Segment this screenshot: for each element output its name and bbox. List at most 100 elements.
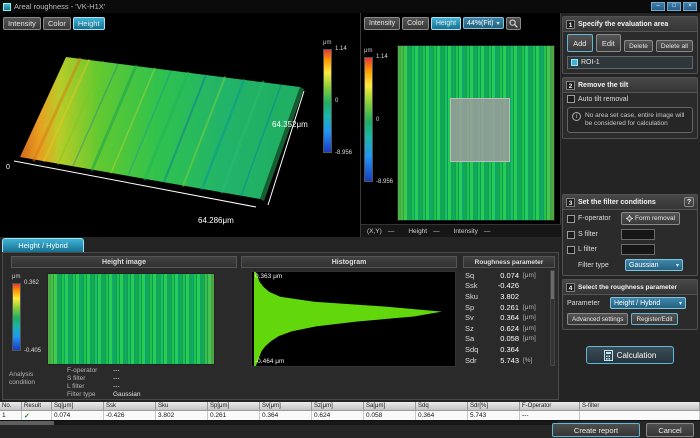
evaluation-area-header: 1 Specify the evaluation area bbox=[563, 17, 697, 32]
filter-type-label: Filter type bbox=[578, 262, 622, 269]
mini-colorbar-min: -0.405 bbox=[24, 348, 41, 354]
register-edit-button[interactable]: Register/Edit bbox=[631, 313, 677, 325]
analysis-panel: Height / Hybrid Height image Histogram μ… bbox=[0, 237, 561, 402]
title-bar: Areal roughness - 'VK-H1X' – □ × bbox=[0, 0, 700, 13]
results-table-header: No.ResultSq[μm]SskSkuSp[μm]Sv[μm]Sz[μm]S… bbox=[0, 402, 700, 411]
roughness-parameter-row: Sp0.261[μm] bbox=[463, 302, 549, 313]
remove-tilt-section: 2 Remove the tilt Auto tilt removal i No… bbox=[562, 77, 698, 139]
auto-tilt-label: Auto tilt removal bbox=[578, 96, 628, 103]
form-removal-button[interactable]: Form removal bbox=[621, 212, 680, 225]
parameter-select[interactable]: Height / Hybrid ▾ bbox=[610, 297, 686, 309]
l-filter-input[interactable] bbox=[621, 244, 655, 255]
spacer bbox=[562, 139, 698, 191]
height-button[interactable]: Height bbox=[431, 17, 461, 30]
section-title: Select the roughness parameter bbox=[578, 284, 677, 291]
histogram-max-label: 0.363 μm bbox=[255, 273, 282, 280]
surface-top-face bbox=[20, 57, 300, 199]
filter-type-select[interactable]: Gaussian ▾ bbox=[625, 259, 683, 271]
column-header: Sz[μm] bbox=[312, 402, 364, 411]
tilt-note: i No area set case, entire image will be… bbox=[567, 107, 693, 133]
edit-button[interactable]: Edit bbox=[596, 34, 622, 52]
surface-3d-view[interactable]: 64.286μm 64.352μm 0 bbox=[0, 27, 340, 237]
advanced-settings-button[interactable]: Advanced settings bbox=[567, 313, 628, 325]
chevron-down-icon: ▾ bbox=[497, 20, 500, 27]
auto-tilt-checkbox[interactable] bbox=[567, 95, 575, 103]
s-filter-input[interactable] bbox=[621, 229, 655, 240]
section-number: 1 bbox=[566, 20, 575, 29]
analysis-body: Height image Histogram μm 0.362 -0.405 0… bbox=[2, 252, 559, 400]
table-cell: 0.624 bbox=[312, 411, 364, 420]
info-icon: i bbox=[572, 112, 581, 121]
tilt-note-text: No area set case, entire image will be c… bbox=[585, 112, 688, 128]
delete-all-button[interactable]: Delete all bbox=[656, 40, 693, 52]
roi-list-item[interactable]: ROI-1 bbox=[567, 56, 693, 69]
parameter-value: Height / Hybrid bbox=[614, 300, 660, 307]
close-button[interactable]: × bbox=[683, 2, 697, 11]
cancel-button[interactable]: Cancel bbox=[646, 423, 694, 437]
colorbar-2d: μm 1.14 0 -8.956 bbox=[363, 57, 397, 182]
section-title: Remove the tilt bbox=[578, 82, 628, 89]
analysis-condition-row: Filter typeGaussian bbox=[67, 391, 227, 399]
tab-height-hybrid[interactable]: Height / Hybrid bbox=[2, 238, 84, 252]
chevron-down-icon: ▾ bbox=[679, 300, 682, 307]
roughness-parameter-row: Sz0.624[μm] bbox=[463, 323, 549, 334]
delete-button[interactable]: Delete bbox=[624, 40, 653, 52]
mini-colorbar-max: 0.362 bbox=[24, 280, 39, 286]
roughness-scrollbar[interactable] bbox=[550, 270, 555, 366]
table-cell: 0.364 bbox=[416, 411, 468, 420]
column-header: Sq[μm] bbox=[52, 402, 104, 411]
magnify-button[interactable] bbox=[506, 17, 521, 30]
mini-colorbar-unit: μm bbox=[12, 274, 20, 280]
roughness-parameter-row: Sdr5.743[%] bbox=[463, 355, 549, 366]
help-button[interactable]: ? bbox=[684, 197, 694, 207]
footer-bar: Create report Cancel bbox=[0, 420, 700, 438]
color-button[interactable]: Color bbox=[43, 17, 71, 30]
table-row[interactable]: 1✓0.074-0.4263.8020.2610.3640.6240.0580.… bbox=[0, 411, 700, 420]
f-operator-checkbox[interactable] bbox=[567, 215, 575, 223]
roughness-parameter-row: Sdq0.364 bbox=[463, 344, 549, 355]
magnifier-icon bbox=[509, 19, 518, 28]
l-filter-checkbox[interactable] bbox=[567, 246, 575, 254]
column-header: Sku bbox=[156, 402, 208, 411]
table-cell: 0.074 bbox=[52, 411, 104, 420]
colorbar-3d-max: 1.14 bbox=[335, 46, 347, 52]
intensity-button[interactable]: Intensity bbox=[3, 17, 41, 30]
roughness-parameter-row: Sa0.058[μm] bbox=[463, 334, 549, 345]
calculator-icon bbox=[604, 350, 613, 361]
results-table: No.ResultSq[μm]SskSkuSp[μm]Sv[μm]Sz[μm]S… bbox=[0, 402, 700, 420]
column-header: Sdq bbox=[416, 402, 468, 411]
create-report-button[interactable]: Create report bbox=[552, 423, 640, 437]
colorbar-3d-mid: 0 bbox=[335, 98, 338, 104]
analysis-condition-row: F-operator--- bbox=[67, 367, 227, 375]
analysis-condition-row: L filter--- bbox=[67, 383, 227, 391]
zoom-select[interactable]: 44%(Fit) ▾ bbox=[463, 17, 503, 29]
column-header: Sdr[%] bbox=[468, 402, 520, 411]
intensity-button[interactable]: Intensity bbox=[364, 17, 400, 30]
f-operator-label: F-operator bbox=[578, 215, 618, 222]
mini-colorbar-gradient bbox=[12, 283, 21, 351]
height-map-image[interactable] bbox=[397, 45, 555, 221]
minimize-button[interactable]: – bbox=[651, 2, 665, 11]
color-button[interactable]: Color bbox=[402, 17, 429, 30]
table-cell: 3.802 bbox=[156, 411, 208, 420]
maximize-button[interactable]: □ bbox=[667, 2, 681, 11]
view3d-toolbar: Intensity Color Height bbox=[3, 17, 105, 30]
result-checkbox-cell[interactable]: ✓ bbox=[22, 411, 52, 420]
roi-selection[interactable] bbox=[450, 98, 510, 162]
add-button[interactable]: Add bbox=[567, 34, 593, 52]
analysis-condition-row: S filter--- bbox=[67, 375, 227, 383]
status-height-value: — bbox=[433, 228, 440, 235]
calculation-button[interactable]: Calculation bbox=[586, 346, 674, 364]
histogram-plot: 0.363 μm -0.464 μm bbox=[251, 271, 456, 367]
view-3d-panel[interactable]: 64.286μm 64.352μm 0 Intensity Color Heig… bbox=[0, 13, 361, 237]
table-hscrollbar[interactable] bbox=[0, 421, 558, 425]
section-number: 4 bbox=[566, 283, 575, 292]
roughness-parameter-header: 4 Select the roughness parameter bbox=[563, 280, 697, 295]
scrollbar-thumb[interactable] bbox=[0, 421, 54, 425]
s-filter-checkbox[interactable] bbox=[567, 231, 575, 239]
colorbar-3d-gradient bbox=[323, 49, 332, 153]
height-button[interactable]: Height bbox=[73, 17, 105, 30]
status-xy-label: (X,Y) bbox=[367, 228, 382, 235]
column-header: Sv[μm] bbox=[260, 402, 312, 411]
scrollbar-thumb[interactable] bbox=[551, 271, 554, 299]
